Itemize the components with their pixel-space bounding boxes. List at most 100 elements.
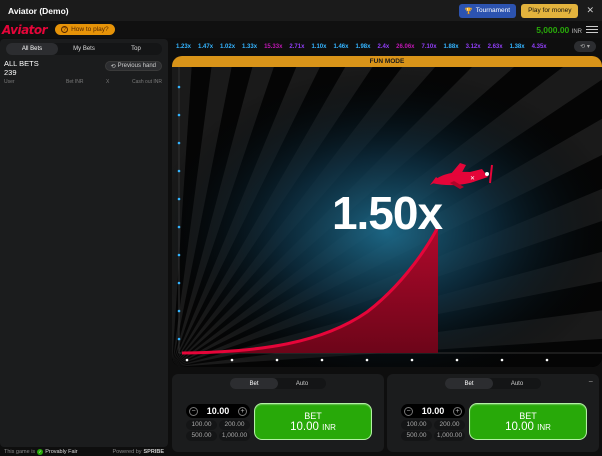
y-axis-dot	[177, 253, 181, 257]
all-bets-title: ALL BETS	[4, 59, 39, 68]
svg-text:✕: ✕	[470, 176, 475, 182]
play-for-money-button[interactable]: Play for money	[521, 3, 579, 18]
bet-button-currency: INR	[537, 422, 551, 432]
menu-icon[interactable]	[586, 26, 598, 33]
quick-amounts: 100.00 200.00 500.00 1,000.00	[401, 420, 465, 441]
close-icon[interactable]: ✕	[586, 5, 594, 16]
bet-button-currency: INR	[322, 422, 336, 432]
y-axis-dot	[177, 85, 181, 89]
tab-all-bets[interactable]: All Bets	[6, 43, 58, 55]
column-x: X	[106, 79, 110, 85]
bet-button-value: 10.00	[505, 420, 534, 433]
history-multiplier[interactable]: 1.02x	[218, 44, 237, 50]
history-multiplier[interactable]: 1.33x	[240, 44, 259, 50]
minus-icon[interactable]: −	[404, 406, 413, 416]
history-multiplier[interactable]: 2.63x	[486, 44, 505, 50]
history-multiplier[interactable]: 1.47x	[196, 44, 215, 50]
quick-amounts: 100.00 200.00 500.00 1,000.00	[186, 420, 250, 441]
bet-amount-value[interactable]: 10.00	[207, 406, 230, 416]
minus-icon[interactable]: −	[189, 406, 198, 416]
tab-bet[interactable]: Bet	[230, 378, 278, 389]
footer: This game is ✓ Provably Fair Powered by …	[0, 447, 168, 456]
history-multiplier[interactable]: 2.4x	[375, 44, 391, 50]
x-axis-dot	[500, 358, 504, 362]
check-icon: ✓	[37, 448, 44, 455]
history-multiplier[interactable]: 7.10x	[420, 44, 439, 50]
quick-amount-200[interactable]: 200.00	[434, 420, 465, 430]
tab-auto[interactable]: Auto	[278, 378, 326, 389]
bet-button[interactable]: BET 10.00 INR	[469, 403, 587, 440]
column-cashout: Cash out INR	[131, 79, 162, 85]
history-multiplier[interactable]: 3.12x	[464, 44, 483, 50]
plus-icon[interactable]: +	[238, 406, 247, 416]
bet-amount-stepper: − 10.00 +	[186, 404, 250, 418]
quick-amount-100[interactable]: 100.00	[186, 420, 217, 430]
x-axis-dot	[410, 358, 414, 362]
spribe-logo: SPRIBE	[143, 448, 164, 455]
quick-amount-1000[interactable]: 1,000.00	[219, 431, 250, 441]
quick-amount-200[interactable]: 200.00	[219, 420, 250, 430]
how-to-play-label: How to play?	[71, 26, 109, 33]
tab-my-bets[interactable]: My Bets	[58, 43, 110, 55]
provably-fair-link[interactable]: Provably Fair	[45, 449, 77, 455]
game-canvas: FUN MODE ✕ 1.50x	[172, 56, 602, 367]
all-bets-count: 239	[4, 68, 17, 77]
all-bets-summary: ALL BETS 239	[4, 59, 39, 77]
previous-hand-button[interactable]: ⟲ Previous hand	[104, 61, 162, 71]
history-multiplier[interactable]: 1.38x	[508, 44, 527, 50]
history-toggle-button[interactable]: ⟲ ▾	[574, 41, 596, 52]
how-to-play-button[interactable]: ? How to play?	[55, 24, 115, 35]
x-axis-dot	[455, 358, 459, 362]
balance-value: 5,000.00	[536, 24, 570, 35]
bets-panel: All Bets My Bets Top ALL BETS 239 ⟲ Prev…	[0, 39, 168, 447]
tab-top[interactable]: Top	[110, 43, 162, 55]
history-multiplier[interactable]: 15.33x	[262, 44, 284, 50]
y-axis-dot	[177, 281, 181, 285]
y-axis-dot	[177, 337, 181, 341]
x-axis-dot	[230, 358, 234, 362]
bet-amount-stepper: − 10.00 +	[401, 404, 465, 418]
column-user: User	[4, 79, 15, 85]
history-multiplier[interactable]: 2.71x	[287, 44, 306, 50]
x-axis-dot	[185, 358, 189, 362]
history-multiplier[interactable]: 1.88x	[442, 44, 461, 50]
history-multiplier[interactable]: 1.23x	[174, 44, 193, 50]
window-title: Aviator (Demo)	[8, 5, 69, 16]
y-axis-dot	[177, 169, 181, 173]
previous-hand-label: Previous hand	[117, 63, 156, 69]
tab-auto[interactable]: Auto	[493, 378, 541, 389]
bet-button-label: BET	[304, 410, 322, 421]
tournament-button[interactable]: 🏆 Tournament	[458, 3, 517, 18]
bet-button-value: 10.00	[290, 420, 319, 433]
x-axis-dot	[365, 358, 369, 362]
history-multiplier[interactable]: 1.10x	[309, 44, 328, 50]
history-multiplier[interactable]: 4.35x	[530, 44, 549, 50]
quick-amount-500[interactable]: 500.00	[186, 431, 217, 441]
bet-panel-2: Bet Auto − − 10.00 + 100.00 200.00 500.0…	[387, 374, 599, 452]
bet-amount-value[interactable]: 10.00	[422, 406, 445, 416]
quick-amount-100[interactable]: 100.00	[401, 420, 432, 430]
bet-button[interactable]: BET 10.00 INR	[254, 403, 372, 440]
remove-panel-icon[interactable]: −	[588, 377, 593, 386]
balance: 5,000.00 INR	[536, 25, 582, 35]
quick-amount-500[interactable]: 500.00	[401, 431, 432, 441]
x-axis-dot	[545, 358, 549, 362]
history-multiplier[interactable]: 26.06x	[394, 44, 416, 50]
quick-amount-1000[interactable]: 1,000.00	[434, 431, 465, 441]
bet-button-label: BET	[519, 410, 537, 421]
history-multiplier[interactable]: 1.98x	[353, 44, 372, 50]
bet-button-amount: 10.00 INR	[290, 421, 336, 433]
y-axis-dot	[177, 113, 181, 117]
plus-icon[interactable]: +	[453, 406, 462, 416]
x-axis-dot	[320, 358, 324, 362]
history-icon: ⟲	[110, 63, 116, 70]
bet-mode-tabs: Bet Auto	[230, 378, 326, 389]
aviator-logo: Aviator	[2, 22, 48, 37]
game-header: Aviator ? How to play? 5,000.00 INR	[0, 21, 602, 38]
tab-bet[interactable]: Bet	[445, 378, 493, 389]
history-multiplier[interactable]: 1.46x	[331, 44, 350, 50]
footer-game-is: This game is	[4, 448, 36, 455]
question-icon: ?	[61, 26, 69, 33]
column-bet: Bet INR	[66, 79, 84, 85]
y-axis-dot	[177, 309, 181, 313]
